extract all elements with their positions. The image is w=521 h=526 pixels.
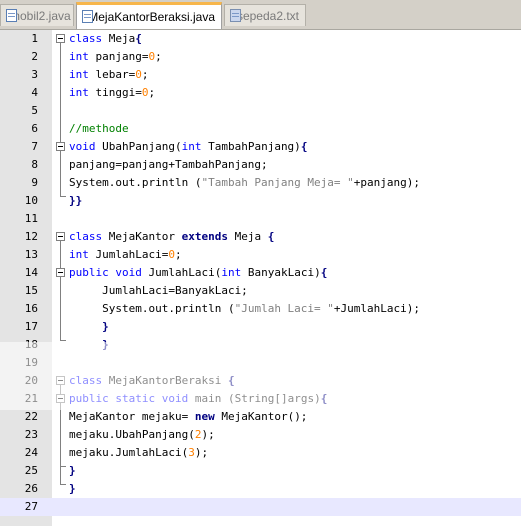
fold-end — [60, 484, 66, 485]
code-text: } — [69, 320, 109, 333]
line-number: 15 — [24, 284, 38, 297]
code-line: 25 } — [0, 462, 521, 480]
line-number: 2 — [31, 50, 38, 63]
code-text: class MejaKantor extends Meja { — [69, 230, 275, 243]
tab-label: mobil2.java — [10, 8, 71, 23]
line-number: 10 — [24, 194, 38, 207]
line-number: 22 — [24, 410, 38, 423]
code-text: System.out.println ("Tambah Panjang Meja… — [69, 176, 421, 189]
fold-toggle[interactable] — [56, 232, 65, 241]
current-line[interactable]: 27 — [0, 498, 521, 516]
code-text: class Meja{ — [69, 32, 142, 45]
line-number: 14 — [24, 266, 38, 279]
line-number: 1 — [31, 32, 38, 45]
code-editor[interactable]: 1 class Meja{ 2 int panjang=0; 3 int leb… — [0, 30, 521, 526]
code-line: 26 } — [0, 480, 521, 498]
code-text: class MejaKantorBeraksi { — [69, 374, 235, 387]
code-line: 21 public static void main (String[]args… — [0, 390, 521, 408]
fold-end — [60, 466, 66, 467]
java-file-icon — [81, 10, 93, 24]
line-number: 18 — [24, 338, 38, 351]
fold-end — [60, 196, 66, 197]
code-line: 17 } — [0, 318, 521, 336]
code-text: }} — [69, 194, 83, 207]
line-number: 19 — [24, 356, 38, 369]
code-line: 8 panjang=panjang+TambahPanjang; — [0, 156, 521, 174]
code-line: 2 int panjang=0; — [0, 48, 521, 66]
line-number: 13 — [24, 248, 38, 261]
line-number: 9 — [31, 176, 38, 189]
code-text: } — [69, 482, 76, 495]
code-line: 3 int lebar=0; — [0, 66, 521, 84]
code-text: int lebar=0; — [69, 68, 149, 81]
line-number: 21 — [24, 392, 38, 405]
line-number: 16 — [24, 302, 38, 315]
line-number: 26 — [24, 482, 38, 495]
line-number: 5 — [31, 104, 38, 117]
fold-toggle[interactable] — [56, 268, 65, 277]
line-number: 4 — [31, 86, 38, 99]
tab-label: MejaKantorBeraksi.java — [88, 10, 215, 24]
fold-guide — [60, 43, 61, 196]
code-text: MejaKantor mejaku= new MejaKantor(); — [69, 410, 308, 423]
line-number: 27 — [24, 500, 38, 513]
code-text: mejaku.JumlahLaci(3); — [69, 446, 209, 459]
code-text: int panjang=0; — [69, 50, 162, 63]
code-comment: //methode — [69, 122, 129, 135]
code-text: JumlahLaci=BanyakLaci; — [69, 284, 248, 297]
line-number: 11 — [24, 212, 38, 225]
code-text: } — [69, 338, 109, 351]
line-number: 3 — [31, 68, 38, 81]
tab-sepeda2-txt[interactable]: sepeda2.txt — [224, 4, 306, 26]
code-line: 9 System.out.println ("Tambah Panjang Me… — [0, 174, 521, 192]
code-line: 24 mejaku.JumlahLaci(3); — [0, 444, 521, 462]
code-line: 12 class MejaKantor extends Meja { — [0, 228, 521, 246]
code-text: int JumlahLaci=0; — [69, 248, 182, 261]
tab-label: sepeda2.txt — [236, 8, 299, 23]
code-line: 18 } — [0, 336, 521, 354]
code-text: panjang=panjang+TambahPanjang; — [69, 158, 268, 171]
fold-toggle[interactable] — [56, 34, 65, 43]
code-line: 7 void UbahPanjang(int TambahPanjang){ — [0, 138, 521, 156]
tab-bar: mobil2.java MejaKantorBeraksi.java seped… — [0, 0, 521, 30]
code-text: mejaku.UbahPanjang(2); — [69, 428, 215, 441]
tab-mobil2-java[interactable]: mobil2.java — [0, 4, 74, 26]
line-number: 20 — [24, 374, 38, 387]
code-text: public static void main (String[]args){ — [69, 392, 328, 405]
code-line: 13 int JumlahLaci=0; — [0, 246, 521, 264]
code-line: 1 class Meja{ — [0, 30, 521, 48]
code-text: System.out.println ("Jumlah Laci= "+Juml… — [69, 302, 421, 315]
code-text: int tinggi=0; — [69, 86, 156, 99]
code-line: 6 //methode — [0, 120, 521, 138]
line-number: 8 — [31, 158, 38, 171]
code-line: 20 class MejaKantorBeraksi { — [0, 372, 521, 390]
code-text: } — [69, 464, 76, 477]
code-line: 23 mejaku.UbahPanjang(2); — [0, 426, 521, 444]
tab-mejakantorberaksi-java[interactable]: MejaKantorBeraksi.java — [76, 2, 222, 29]
fold-toggle[interactable] — [56, 376, 65, 385]
code-line: 16 System.out.println ("Jumlah Laci= "+J… — [0, 300, 521, 318]
code-line: 22 MejaKantor mejaku= new MejaKantor(); — [0, 408, 521, 426]
line-number: 6 — [31, 122, 38, 135]
fold-end — [60, 340, 66, 341]
code-text: public void JumlahLaci(int BanyakLaci){ — [69, 266, 328, 279]
code-line: 11 — [0, 210, 521, 228]
line-number: 23 — [24, 428, 38, 441]
code-text: void UbahPanjang(int TambahPanjang){ — [69, 140, 308, 153]
fold-toggle[interactable] — [56, 142, 65, 151]
line-number: 12 — [24, 230, 38, 243]
text-file-icon — [229, 8, 241, 23]
code-line: 4 int tinggi=0; — [0, 84, 521, 102]
line-number: 7 — [31, 140, 38, 153]
line-number: 25 — [24, 464, 38, 477]
code-line: 14 public void JumlahLaci(int BanyakLaci… — [0, 264, 521, 282]
fold-guide — [60, 241, 61, 341]
fold-toggle[interactable] — [56, 394, 65, 403]
code-line: 19 — [0, 354, 521, 372]
line-number: 17 — [24, 320, 38, 333]
line-number: 24 — [24, 446, 38, 459]
code-line: 5 — [0, 102, 521, 120]
code-line: 15 JumlahLaci=BanyakLaci; — [0, 282, 521, 300]
code-line: 10 }} — [0, 192, 521, 210]
